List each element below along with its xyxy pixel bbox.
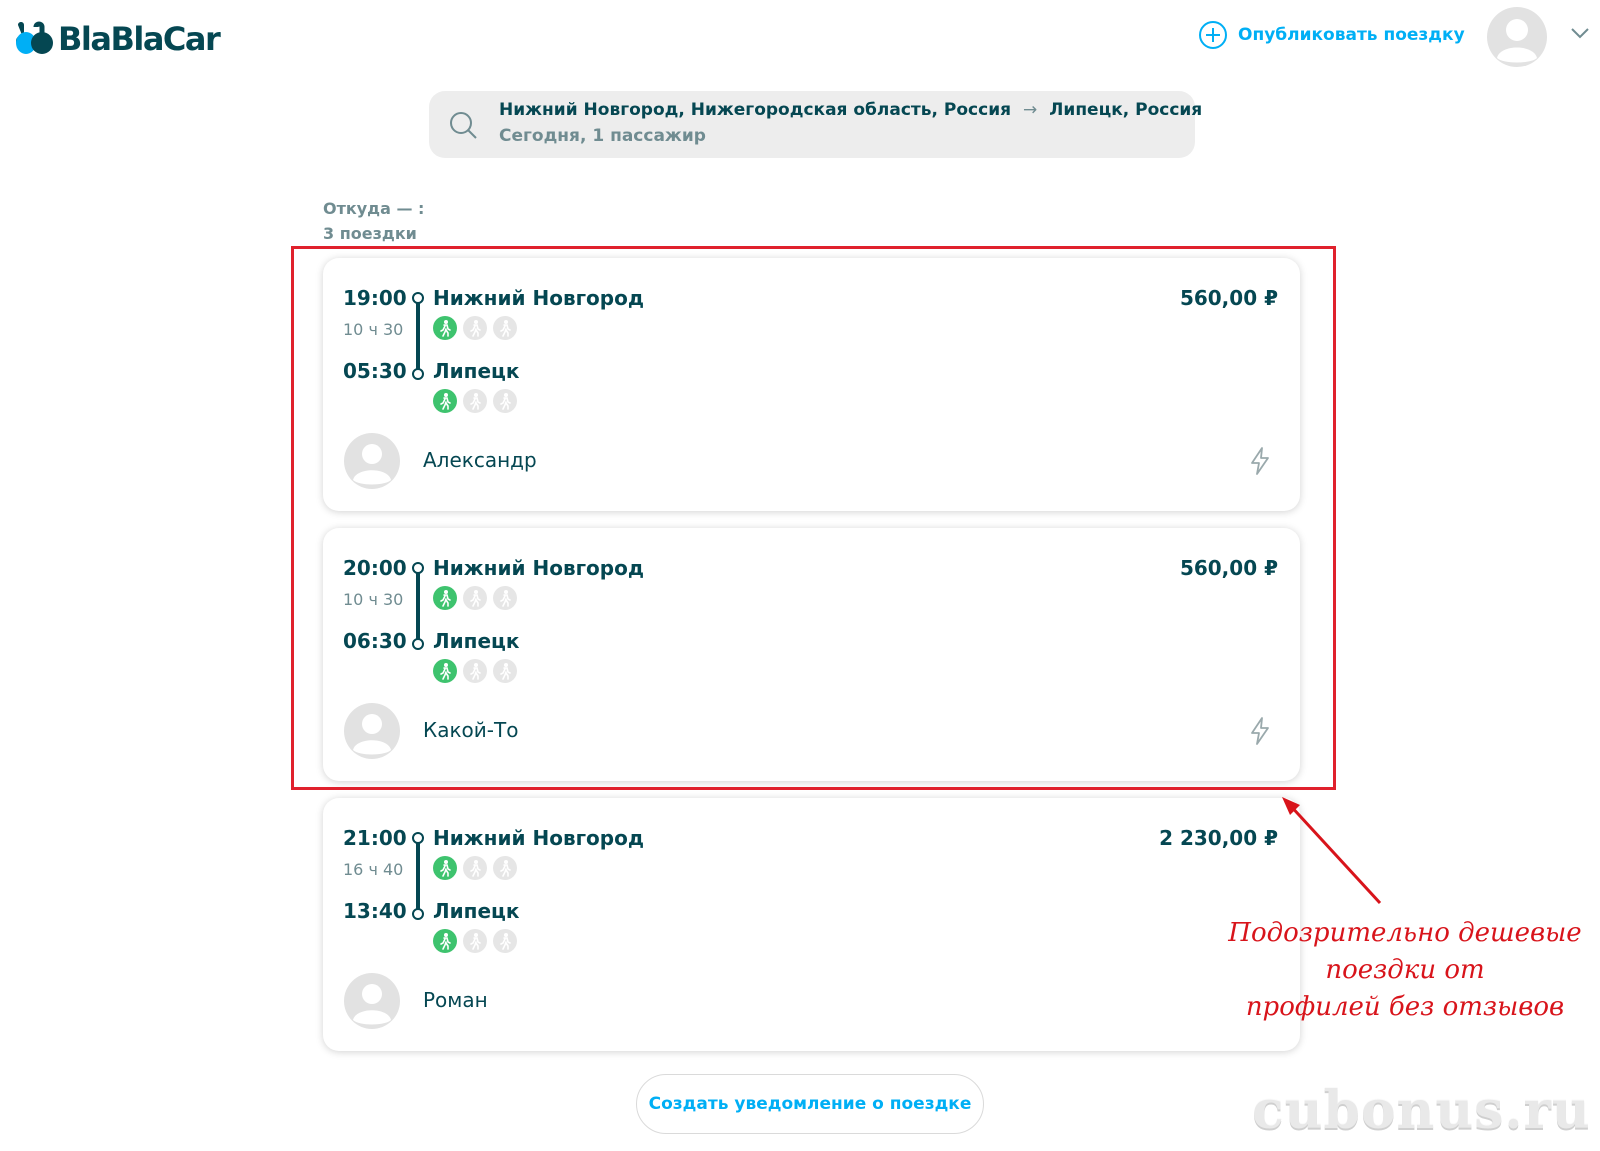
logo-icon	[16, 21, 53, 54]
walker-icon	[433, 929, 457, 953]
departure-walk-distance	[433, 856, 517, 880]
walker-inactive-icon	[493, 929, 517, 953]
walker-inactive-icon	[493, 856, 517, 880]
search-icon	[450, 112, 477, 139]
search-to: Липецк, Россия	[1049, 100, 1203, 120]
create-ride-alert-button[interactable]: Создать уведомление о поездке	[636, 1074, 984, 1134]
route-line	[412, 832, 424, 920]
arrival-time: 13:40	[343, 899, 407, 923]
driver-name: Роман	[423, 988, 488, 1012]
chevron-down-icon[interactable]	[1570, 26, 1590, 40]
driver-avatar	[344, 973, 400, 1029]
annotation-arrow	[1282, 797, 1382, 905]
blablacar-logo[interactable]: BlaBlaCar	[14, 14, 221, 64]
arrow-right-icon: →	[1023, 100, 1038, 120]
walker-inactive-icon	[463, 929, 487, 953]
results-from-label: Откуда — :	[323, 199, 425, 218]
trip-price: 2 230,00 ₽	[1159, 826, 1278, 850]
plus-circle-icon	[1199, 21, 1227, 49]
walker-icon	[433, 856, 457, 880]
departure-time: 21:00	[343, 826, 407, 850]
results-count: 3 поездки	[323, 224, 417, 243]
search-route: Нижний Новгород, Нижегородская область, …	[499, 100, 1202, 120]
watermark: cubonus.ru	[1252, 1080, 1591, 1141]
annotation-line-2: поездки от	[1325, 955, 1485, 985]
search-from: Нижний Новгород, Нижегородская область, …	[499, 100, 1012, 120]
arrival-city: Липецк	[433, 899, 520, 923]
annotation-line-3: профилей без отзывов	[1245, 992, 1565, 1022]
walker-inactive-icon	[463, 856, 487, 880]
publish-ride-button[interactable]: Опубликовать поездку	[1198, 20, 1465, 50]
trip-duration: 16 ч 40	[343, 860, 404, 879]
suspicious-trips-highlight	[291, 246, 1336, 790]
annotation-text: Подозрительно дешевые поездки от профиле…	[1210, 915, 1600, 1026]
search-subtitle: Сегодня, 1 пассажир	[499, 126, 706, 146]
publish-ride-label: Опубликовать поездку	[1238, 25, 1465, 45]
user-avatar-icon[interactable]	[1486, 6, 1548, 68]
departure-city: Нижний Новгород	[433, 826, 644, 850]
arrival-walk-distance	[433, 929, 517, 953]
search-summary-bar[interactable]: Нижний Новгород, Нижегородская область, …	[429, 91, 1202, 158]
trip-card[interactable]: 21:00 16 ч 40 13:40 Нижний Новгород Липе…	[323, 798, 1300, 1051]
annotation-line-1: Подозрительно дешевые	[1228, 918, 1582, 948]
logo-text: BlaBlaCar	[58, 20, 221, 58]
